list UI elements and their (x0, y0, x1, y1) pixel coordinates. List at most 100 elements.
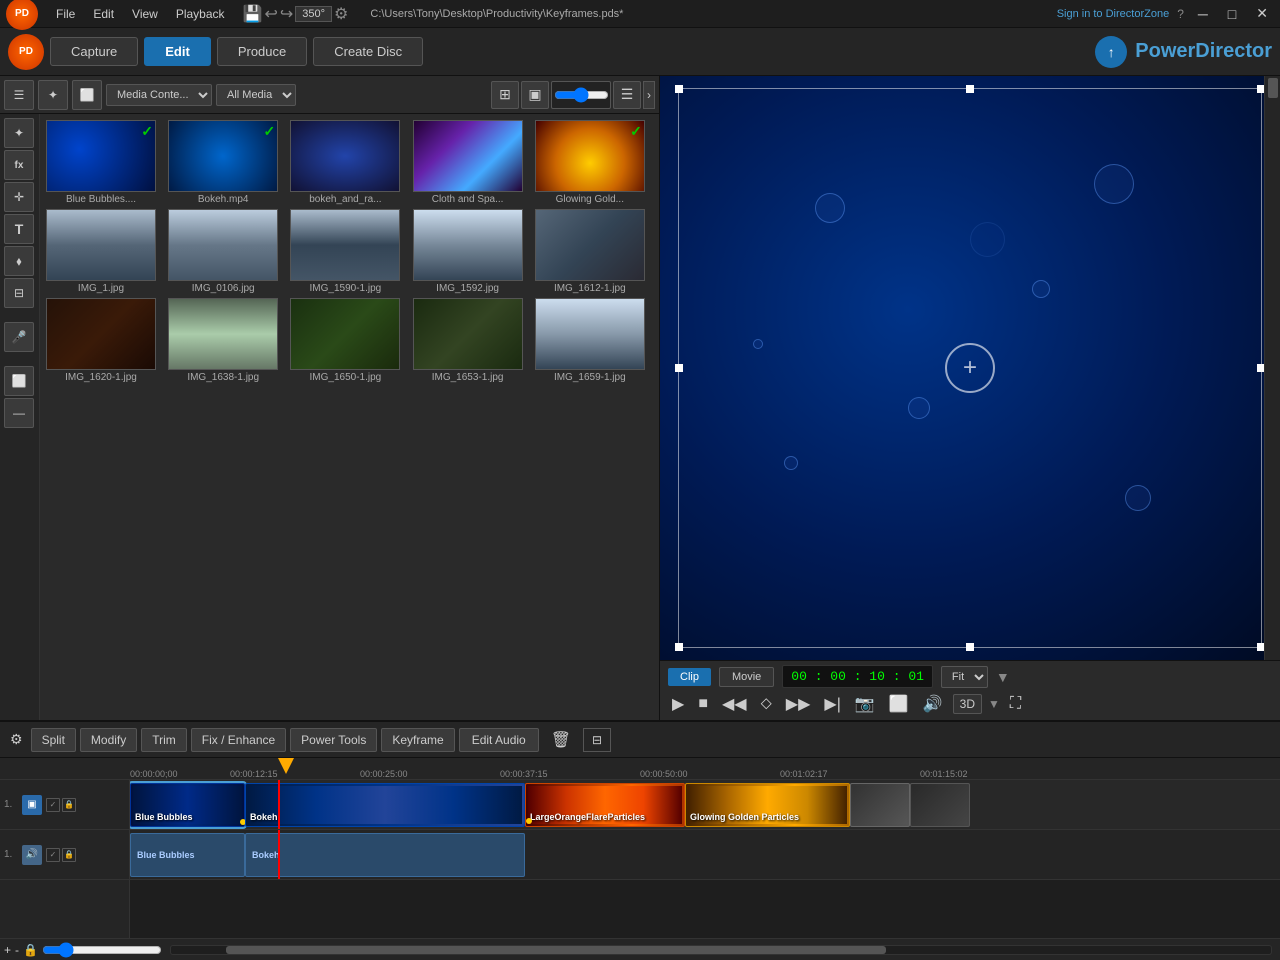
audio-clip-bokeh[interactable]: Bokeh (245, 833, 525, 877)
add-track-button[interactable]: + (4, 943, 11, 957)
content-type-dropdown[interactable]: Media Conte... (106, 84, 212, 106)
clip-orange-flare[interactable]: LargeOrangeFlareParticles (525, 783, 685, 827)
mark-in-button[interactable]: ⬦ (757, 693, 776, 715)
media-item[interactable]: ✓ Glowing Gold... (535, 120, 653, 205)
media-item[interactable]: IMG_1653-1.jpg (413, 298, 531, 383)
audio-lock-icon[interactable]: 🔒 (62, 848, 76, 862)
storyboard-button[interactable]: ⊟ (583, 728, 611, 752)
media-item[interactable]: IMG_1620-1.jpg (46, 298, 164, 383)
mic-tool[interactable]: 🎤 (4, 322, 34, 352)
fast-forward-button[interactable]: ▶▶ (782, 692, 815, 716)
main-toolbar: PD Capture Edit Produce Create Disc ↑ Po… (0, 28, 1280, 76)
create-disc-button[interactable]: Create Disc (313, 37, 423, 66)
clip-gold-particles[interactable]: Glowing Golden Particles (685, 783, 850, 827)
trim-button[interactable]: Trim (141, 728, 187, 752)
audio-button[interactable]: 🔊 (919, 692, 947, 716)
fullscreen-button[interactable]: ⛶ (1006, 693, 1025, 715)
zoom-slider[interactable] (42, 942, 162, 958)
media-side-tools: ✦ fx ✛ T ⬧ ⊟ 🎤 ⬜ — (0, 114, 40, 720)
mask-tool[interactable]: ⬧ (4, 246, 34, 276)
media-item[interactable]: bokeh_and_ra... (290, 120, 408, 205)
track-visible-icon[interactable]: ✓ (46, 798, 60, 812)
move-tool[interactable]: ✛ (4, 182, 34, 212)
extra-tool1[interactable]: ⬜ (4, 366, 34, 396)
video-track-1: Blue Bubbles Bokeh (130, 780, 1280, 830)
media-filter-dropdown[interactable]: All Media (216, 84, 296, 106)
mark-out-button[interactable]: ▶| (820, 692, 844, 716)
timeline-ruler: 00:00:00;00 00:00:12:15 00:00:25:00 00:0… (0, 758, 1280, 780)
timeline-tool-btn[interactable]: ⚙ (6, 729, 27, 750)
size-slider[interactable] (551, 81, 611, 109)
snapshot-button[interactable]: 📷 (851, 692, 879, 716)
menu-edit[interactable]: Edit (85, 5, 122, 23)
play-button[interactable]: ▶ (668, 692, 688, 716)
edit-button[interactable]: Edit (144, 37, 211, 66)
delete-button[interactable]: 🗑 (543, 726, 579, 754)
menu-playback[interactable]: Playback (168, 5, 233, 23)
grid-view-icon[interactable]: ⊞ (491, 81, 519, 109)
track-header-audio: 1. 🔊 ✓ 🔒 (0, 830, 129, 880)
media-tool[interactable]: ☰ (4, 80, 34, 110)
list-view-icon[interactable]: ☰ (613, 81, 641, 109)
menu-file[interactable]: File (48, 5, 83, 23)
ruler-mark-5: 00:01:02:17 (780, 769, 828, 779)
clip-button[interactable]: Clip (668, 668, 711, 686)
media-item[interactable]: IMG_1650-1.jpg (290, 298, 408, 383)
media-item[interactable]: IMG_1592.jpg (413, 209, 531, 294)
clip-nature-1[interactable] (850, 783, 910, 827)
close-button[interactable]: ✕ (1250, 5, 1274, 22)
ruler-mark-0: 00:00:00;00 (130, 769, 178, 779)
extra-tool2[interactable]: — (4, 398, 34, 428)
media-item[interactable]: IMG_1638-1.jpg (168, 298, 286, 383)
right-panel: + Clip Movie 00 : 00 : 10 : 01 Fit ▼ ▶ (660, 76, 1280, 720)
cursor-tool[interactable]: ✦ (4, 118, 34, 148)
text-tool[interactable]: T (4, 214, 34, 244)
power-tools-button[interactable]: Power Tools (290, 728, 377, 752)
fix-enhance-button[interactable]: Fix / Enhance (191, 728, 286, 752)
timeline-content: 1. ▣ ✓ 🔒 1. 🔊 ✓ 🔒 (0, 780, 1280, 938)
remove-track-button[interactable]: - (15, 943, 19, 957)
edit-audio-button[interactable]: Edit Audio (459, 728, 539, 752)
capture-button[interactable]: Capture (50, 37, 138, 66)
media-item[interactable]: IMG_1612-1.jpg (535, 209, 653, 294)
media-item[interactable]: IMG_1.jpg (46, 209, 164, 294)
keyframe-button[interactable]: Keyframe (381, 728, 454, 752)
effects-tool[interactable]: ✦ (38, 80, 68, 110)
produce-button[interactable]: Produce (217, 37, 307, 66)
lock-button[interactable]: 🔒 (23, 943, 38, 957)
sign-in-link[interactable]: Sign in to DirectorZone (1057, 8, 1170, 20)
panel-collapse-btn[interactable]: › (643, 81, 655, 109)
track-type-icon: ▣ (22, 795, 42, 815)
media-item[interactable]: ✓ Bokeh.mp4 (168, 120, 286, 205)
movie-button[interactable]: Movie (719, 667, 774, 687)
clip-blue-bubbles[interactable]: Blue Bubbles (130, 783, 245, 827)
timeline-scrollbar[interactable] (170, 945, 1272, 955)
playhead-indicator[interactable] (278, 758, 294, 774)
thumb-size-slider[interactable] (554, 87, 609, 103)
maximize-button[interactable]: □ (1222, 6, 1242, 22)
transitions-tool[interactable]: ⬜ (72, 80, 102, 110)
audio-clip-blue-bubbles[interactable]: Blue Bubbles (130, 833, 245, 877)
fx-tool[interactable]: fx (4, 150, 34, 180)
stop-button[interactable]: ■ (694, 693, 712, 715)
clip-bokeh[interactable]: Bokeh (245, 783, 525, 827)
filmstrip-view-icon[interactable]: ▣ (521, 81, 549, 109)
modify-button[interactable]: Modify (80, 728, 137, 752)
audio-visible-icon[interactable]: ✓ (46, 848, 60, 862)
3d-button[interactable]: 3D (953, 694, 982, 714)
clip-nature-2[interactable] (910, 783, 970, 827)
preview-scrollbar[interactable] (1264, 76, 1280, 660)
track-lock-icon[interactable]: 🔒 (62, 798, 76, 812)
media-item[interactable]: Cloth and Spa... (413, 120, 531, 205)
media-item[interactable]: IMG_0106.jpg (168, 209, 286, 294)
media-item[interactable]: IMG_1659-1.jpg (535, 298, 653, 383)
media-item[interactable]: ✓ Blue Bubbles.... (46, 120, 164, 205)
minimize-button[interactable]: ─ (1192, 6, 1214, 22)
menu-view[interactable]: View (124, 5, 166, 23)
grid-tool[interactable]: ⊟ (4, 278, 34, 308)
split-button[interactable]: Split (31, 728, 76, 752)
output-button[interactable]: ⬜ (885, 692, 913, 716)
media-item[interactable]: IMG_1590-1.jpg (290, 209, 408, 294)
prev-frame-button[interactable]: ◀◀ (718, 692, 751, 716)
fit-dropdown[interactable]: Fit (941, 666, 988, 688)
